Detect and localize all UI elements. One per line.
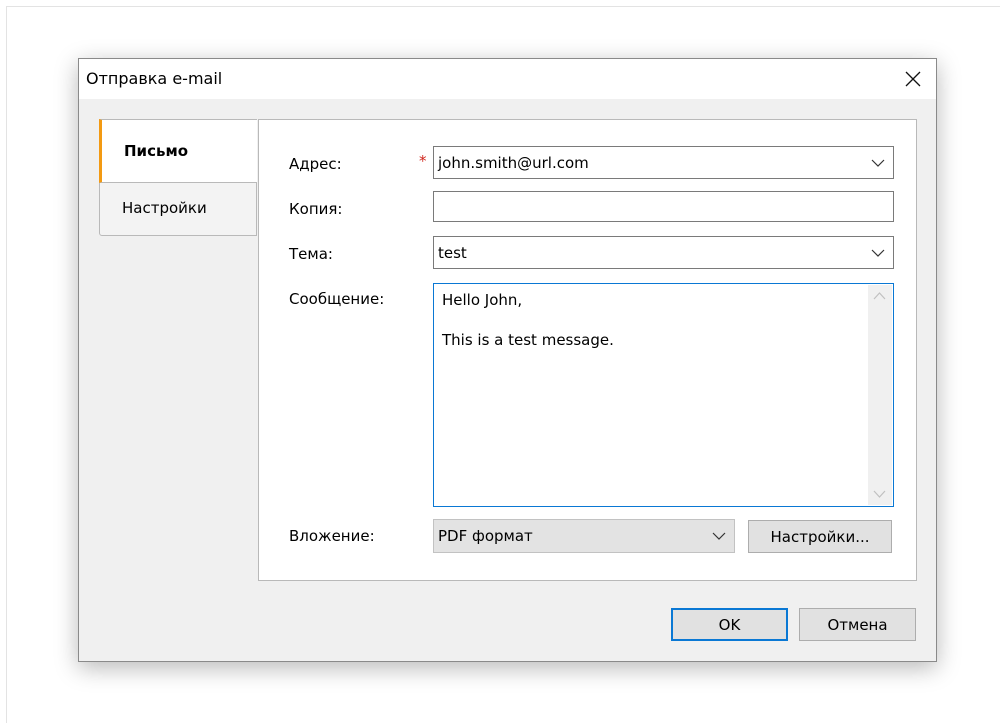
close-icon (905, 71, 921, 87)
attachment-format-value: PDF формат (438, 527, 533, 545)
tab-settings[interactable]: Настройки (99, 182, 257, 236)
chevron-down-icon[interactable] (871, 156, 885, 170)
message-line: This is a test message. (442, 331, 614, 349)
close-button[interactable] (890, 59, 936, 99)
dialog-title: Отправка e-mail (86, 69, 223, 88)
ok-button[interactable]: OK (671, 608, 788, 641)
required-marker: * (419, 152, 427, 170)
message-label: Сообщение: (289, 290, 385, 308)
cancel-button[interactable]: Отмена (799, 608, 916, 641)
email-dialog: Отправка e-mail Письмо Настройки Адрес: … (78, 58, 937, 662)
message-textarea[interactable]: Hello John, This is a test message. (433, 283, 894, 507)
message-line: Hello John, (442, 291, 523, 309)
message-scrollbar[interactable] (868, 285, 892, 505)
tab-letter[interactable]: Письмо (99, 119, 257, 183)
title-bar: Отправка e-mail (79, 59, 936, 99)
cc-field[interactable] (433, 191, 894, 222)
address-combobox[interactable]: john.smith@url.com (433, 146, 894, 179)
letter-panel: Адрес: * john.smith@url.com Копия: Тема:… (258, 119, 917, 581)
chevron-down-icon[interactable] (873, 489, 886, 499)
subject-combobox[interactable]: test (433, 236, 894, 269)
chevron-up-icon[interactable] (873, 291, 886, 301)
attachment-format-select[interactable]: PDF формат (433, 519, 735, 553)
chevron-down-icon[interactable] (712, 529, 726, 543)
attachment-label: Вложение: (289, 527, 375, 545)
attachment-settings-button[interactable]: Настройки... (748, 520, 892, 553)
subject-value: test (438, 244, 467, 262)
address-value: john.smith@url.com (438, 154, 589, 172)
tab-letter-label: Письмо (124, 142, 189, 160)
cc-label: Копия: (289, 200, 343, 218)
subject-label: Тема: (289, 245, 333, 263)
tab-settings-label: Настройки (122, 199, 207, 217)
chevron-down-icon[interactable] (871, 246, 885, 260)
address-label: Адрес: (289, 155, 342, 173)
